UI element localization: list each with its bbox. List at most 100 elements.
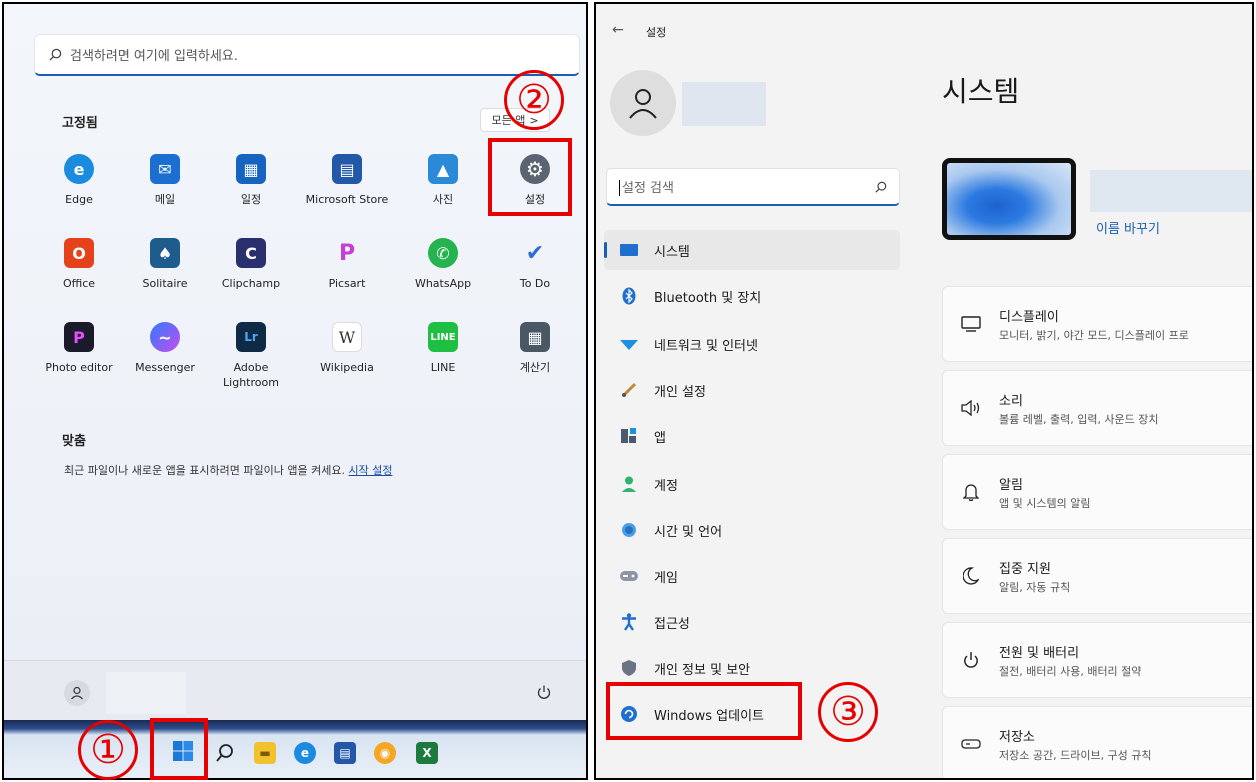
settings-card-focus-assist[interactable]: 집중 지원 알림, 자동 규칙 bbox=[942, 538, 1252, 614]
store-icon: ▤ bbox=[332, 154, 362, 184]
pinned-app-whatsapp[interactable]: ✆ WhatsApp bbox=[398, 238, 488, 292]
power-button[interactable] bbox=[532, 680, 556, 704]
app-label: 사진 bbox=[432, 193, 454, 206]
accessibility-icon bbox=[618, 613, 640, 631]
callout-number-2: ② bbox=[504, 70, 564, 130]
account-avatar[interactable] bbox=[610, 70, 676, 136]
nav-item-apps[interactable]: 앱 bbox=[604, 416, 900, 456]
nav-item-label: 시간 및 언어 bbox=[654, 524, 723, 540]
card-description: 볼륨 레벨, 출력, 입력, 사운드 장치 bbox=[999, 412, 1159, 426]
storage-icon bbox=[943, 739, 999, 749]
settings-search-input[interactable]: 설정 검색 bbox=[606, 168, 900, 206]
card-title: 소리 bbox=[999, 393, 1023, 409]
back-arrow-icon[interactable]: ← bbox=[612, 22, 624, 38]
pinned-app-messenger[interactable]: ~ Messenger bbox=[120, 322, 210, 376]
nav-item-label: 개인 정보 및 보안 bbox=[654, 662, 751, 678]
nav-item-personalization[interactable]: 개인 설정 bbox=[604, 370, 900, 410]
todo-icon: ✔ bbox=[525, 240, 545, 266]
bluetooth-icon bbox=[618, 287, 640, 305]
app-label: Office bbox=[62, 277, 96, 290]
gamepad-icon bbox=[618, 570, 640, 582]
search-icon bbox=[49, 48, 62, 61]
pinned-app-calculator[interactable]: ▦ 계산기 bbox=[490, 322, 580, 376]
settings-window: ← 설정 설정 검색 시스템 Bluetooth 및 장치 네트워크 및 인터넷… bbox=[594, 2, 1254, 780]
pinned-app-todo[interactable]: ✔ To Do bbox=[490, 238, 580, 292]
bell-icon bbox=[943, 483, 999, 501]
pinned-app-photo-editor[interactable]: P Photo editor bbox=[34, 322, 124, 376]
chrome-canary-icon[interactable]: ◉ bbox=[374, 742, 396, 764]
settings-window-title: 설정 bbox=[646, 26, 667, 39]
account-name-redacted bbox=[682, 82, 766, 126]
display-icon bbox=[943, 316, 999, 332]
nav-item-system[interactable]: 시스템 bbox=[604, 230, 900, 270]
pinned-app-line[interactable]: LINE LINE bbox=[398, 322, 488, 376]
app-label: Messenger bbox=[135, 361, 195, 374]
settings-card-notifications[interactable]: 알림 앱 및 시스템의 알림 bbox=[942, 454, 1252, 530]
pinned-app-office[interactable]: O Office bbox=[34, 238, 124, 292]
callout-number-3: ③ bbox=[818, 682, 878, 742]
nav-item-bluetooth[interactable]: Bluetooth 및 장치 bbox=[604, 276, 900, 316]
rename-device-link[interactable]: 이름 바꾸기 bbox=[1096, 218, 1160, 237]
card-title: 디스플레이 bbox=[999, 309, 1059, 325]
app-label: Microsoft Store bbox=[305, 193, 389, 206]
power-icon bbox=[537, 685, 551, 699]
card-description: 모니터, 밝기, 야간 모드, 디스플레이 프로 bbox=[999, 328, 1189, 342]
settings-card-display[interactable]: 디스플레이 모니터, 밝기, 야간 모드, 디스플레이 프로 bbox=[942, 286, 1252, 362]
monitor-icon bbox=[618, 244, 640, 256]
nav-item-gaming[interactable]: 게임 bbox=[604, 556, 900, 596]
office-icon: O bbox=[64, 238, 94, 268]
excel-icon[interactable]: X bbox=[416, 742, 438, 764]
callout-number-1: ① bbox=[78, 720, 138, 780]
settings-card-storage[interactable]: 저장소 저장소 공간, 드라이브, 구성 규칙 bbox=[942, 706, 1252, 778]
callout-box-windows-update bbox=[606, 682, 802, 740]
start-search-input[interactable]: 검색하려면 여기에 입력하세요. bbox=[34, 34, 580, 76]
pinned-app-edge[interactable]: e Edge bbox=[34, 154, 124, 208]
calendar-icon: ▦ bbox=[236, 154, 266, 184]
clipchamp-icon: C bbox=[236, 238, 266, 268]
account-icon bbox=[618, 476, 640, 492]
pinned-app-mail[interactable]: ✉ 메일 bbox=[120, 154, 210, 208]
photo-editor-icon: P bbox=[64, 322, 94, 352]
card-title: 저장소 bbox=[999, 729, 1035, 745]
pinned-app-calendar[interactable]: ▦ 일정 bbox=[206, 154, 296, 208]
settings-card-sound[interactable]: 소리 볼륨 레벨, 출력, 입력, 사운드 장치 bbox=[942, 370, 1252, 446]
app-label: Picsart bbox=[328, 277, 366, 290]
nav-item-time-language[interactable]: 시간 및 언어 bbox=[604, 510, 900, 550]
taskbar-store-icon[interactable]: ▤ bbox=[334, 742, 356, 764]
app-label: LINE bbox=[430, 361, 456, 374]
pinned-app-lightroom[interactable]: Lr Adobe Lightroom bbox=[206, 322, 296, 391]
user-avatar-icon bbox=[71, 686, 83, 700]
messenger-icon: ~ bbox=[150, 322, 180, 352]
pinned-app-solitaire[interactable]: ♠ Solitaire bbox=[120, 238, 210, 292]
taskbar-edge-icon[interactable]: e bbox=[294, 742, 316, 764]
card-title: 알림 bbox=[999, 477, 1023, 493]
app-label: 일정 bbox=[240, 193, 262, 206]
speaker-icon bbox=[943, 400, 999, 416]
card-description: 앱 및 시스템의 알림 bbox=[999, 496, 1091, 510]
pinned-app-clipchamp[interactable]: C Clipchamp bbox=[206, 238, 296, 292]
pinned-app-wikipedia[interactable]: W Wikipedia bbox=[302, 322, 392, 376]
nav-item-network[interactable]: 네트워크 및 인터넷 bbox=[604, 324, 900, 364]
app-label: Clipchamp bbox=[221, 277, 281, 290]
moon-icon bbox=[943, 567, 999, 585]
start-search-placeholder: 검색하려면 여기에 입력하세요. bbox=[70, 49, 238, 64]
card-title: 전원 및 배터리 bbox=[999, 645, 1080, 661]
settings-card-power-battery[interactable]: 전원 및 배터리 절전, 배터리 사용, 배터리 절약 bbox=[942, 622, 1252, 698]
app-label: WhatsApp bbox=[414, 277, 472, 290]
user-avatar-icon bbox=[629, 89, 657, 119]
user-avatar[interactable] bbox=[64, 680, 90, 706]
app-label: 메일 bbox=[154, 193, 176, 206]
start-settings-link[interactable]: 시작 설정 bbox=[348, 464, 392, 477]
file-explorer-icon[interactable]: ▬ bbox=[254, 742, 276, 764]
nav-item-label: 시스템 bbox=[654, 244, 690, 260]
nav-item-accounts[interactable]: 계정 bbox=[604, 464, 900, 504]
pinned-app-photos[interactable]: ▲ 사진 bbox=[398, 154, 488, 208]
pinned-app-picsart[interactable]: P Picsart bbox=[302, 238, 392, 292]
nav-item-accessibility[interactable]: 접근성 bbox=[604, 602, 900, 642]
mail-icon: ✉ bbox=[150, 154, 180, 184]
taskbar-search-icon[interactable] bbox=[214, 742, 236, 764]
start-menu-panel: 검색하려면 여기에 입력하세요. 고정됨 모든 앱 > e Edge ✉ 메일 … bbox=[2, 2, 588, 780]
recommended-empty-message: 최근 파일이나 새로운 앱을 표시하려면 파일이나 앱을 켜세요. 시작 설정 bbox=[64, 462, 392, 478]
solitaire-icon: ♠ bbox=[150, 238, 180, 268]
pinned-app-microsoft-store[interactable]: ▤ Microsoft Store bbox=[302, 154, 392, 208]
